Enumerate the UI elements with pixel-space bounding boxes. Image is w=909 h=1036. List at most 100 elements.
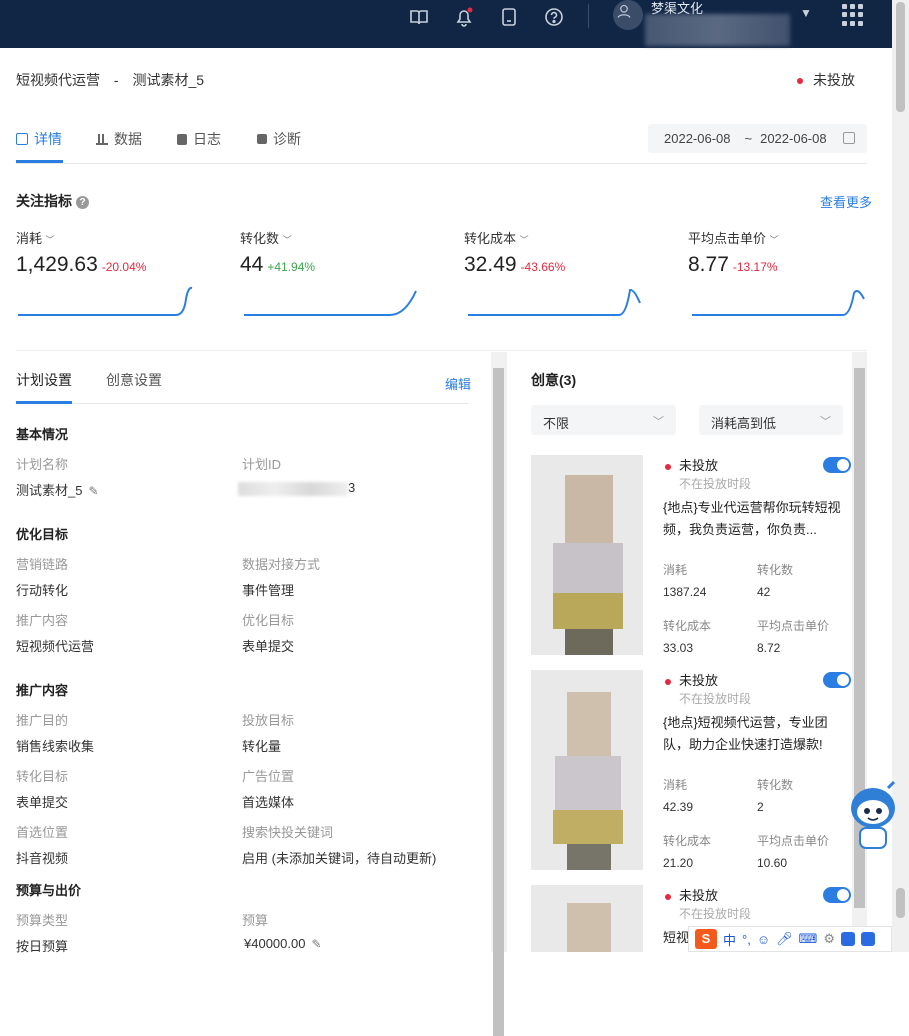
microphone-icon[interactable]: 🎤︎ (776, 931, 793, 947)
chevron-down-icon[interactable]: ▼ (800, 6, 812, 20)
pixelated-figure (567, 903, 611, 952)
field-value: 短视频代运营 (16, 639, 95, 654)
creative-toggle[interactable] (823, 887, 851, 903)
pencil-icon[interactable]: ✎ (88, 484, 98, 498)
emoji-icon[interactable]: ☺ (757, 932, 770, 947)
metric-dropdown[interactable]: 转化数 ﹀ (240, 228, 450, 247)
tools-icon[interactable]: ⚙ (823, 931, 835, 947)
tablet-icon[interactable] (498, 6, 520, 28)
stat-value: 2 (757, 800, 764, 814)
creative-thumbnail[interactable] (531, 670, 643, 870)
scrollbar-thumb[interactable] (896, 2, 905, 112)
tab-plan-settings[interactable]: 计划设置 (16, 370, 72, 390)
metric-dropdown[interactable]: 平均点击单价 ﹀ (688, 228, 898, 247)
diagnose-icon (257, 134, 267, 144)
budget-value: ¥40000.00 ✎ (244, 936, 322, 951)
apps-icon[interactable] (861, 932, 876, 946)
status-text: 未投放 (813, 72, 855, 88)
field-label: 投放目标 (242, 713, 295, 728)
status-dot (665, 893, 671, 900)
ime-language[interactable]: 中 (723, 930, 736, 949)
metric-change: -13.17% (732, 260, 778, 274)
view-more-link[interactable]: 查看更多 (820, 192, 872, 211)
pencil-icon[interactable]: ✎ (311, 937, 321, 951)
chevron-down-icon: ﹀ (820, 416, 831, 428)
metric-label: 平均点击单价 (688, 231, 767, 246)
stat-label: 转化数 (757, 563, 794, 577)
metric-dropdown[interactable]: 转化成本 ﹀ (464, 228, 674, 247)
left-panel-scrollbar[interactable] (491, 352, 507, 1036)
sort-select[interactable]: 消耗高到低 ﹀ (699, 405, 843, 435)
chevron-down-icon: ﹀ (519, 235, 529, 245)
stat-label: 平均点击单价 (757, 834, 830, 848)
ime-punctuation[interactable]: °, (742, 932, 751, 947)
breadcrumb: 短视频代运营 - 测试素材_5 (16, 70, 214, 90)
stat-label: 转化成本 (663, 619, 712, 633)
skin-icon[interactable] (841, 932, 856, 946)
apps-grid-icon[interactable] (842, 4, 864, 26)
field-value: 转化量 (242, 739, 282, 754)
stat-label: 转化数 (757, 778, 794, 792)
user-icon[interactable] (613, 0, 643, 30)
tab-log[interactable]: 日志 (177, 129, 221, 149)
metric-value-row: 44 +41.94% (240, 253, 450, 277)
metric-value: 1,429.63 (16, 253, 98, 276)
stat-label: 转化成本 (663, 834, 712, 848)
field-label: 预算类型 (16, 913, 69, 928)
stat-label: 消耗 (663, 563, 688, 577)
bell-icon[interactable] (453, 6, 475, 28)
field-label: 搜索快投关键词 (242, 825, 334, 840)
breadcrumb-project[interactable]: 短视频代运营 (16, 72, 100, 88)
stat-label: 消耗 (663, 778, 688, 792)
help-icon[interactable] (543, 6, 565, 28)
creative-substatus: 不在投放时段 (679, 692, 752, 706)
status-text: 未投放 (679, 888, 719, 903)
creative-status: 未投放 (665, 885, 718, 904)
calendar-icon (843, 132, 855, 144)
metric-sparkline (244, 290, 417, 316)
ime-toolbar[interactable]: S 中 °, ☺ 🎤︎ ⌨ ⚙ (688, 926, 892, 952)
metrics-title-text: 关注指标 (16, 193, 72, 209)
plan-id-tail: 3 (348, 480, 356, 495)
budget-amount: ¥40000.00 (244, 936, 306, 951)
creative-description: {地点}短视频代运营，专业团队，助力企业快速打造爆款! (663, 715, 828, 752)
sogou-logo-icon[interactable]: S (695, 929, 717, 949)
field-value: 启用 (未添加关键词，待自动更新) (242, 851, 437, 866)
field-label: 数据对接方式 (242, 557, 321, 572)
edit-link[interactable]: 编辑 (445, 374, 471, 393)
plan-id-redacted (238, 481, 348, 496)
help-icon[interactable]: ? (76, 196, 89, 209)
scrollbar-thumb[interactable] (493, 368, 504, 1036)
chevron-down-icon: ﹀ (769, 235, 779, 245)
field-label: 广告位置 (242, 769, 295, 784)
scrollbar-thumb-lower[interactable] (896, 888, 905, 918)
metric-dropdown[interactable]: 消耗 ﹀ (16, 228, 226, 247)
metric-card: 转化数 ﹀ 44 +41.94% (240, 228, 450, 319)
tab-diagnose[interactable]: 诊断 (257, 129, 301, 149)
bar-chart-icon (96, 133, 108, 145)
book-icon[interactable] (408, 6, 430, 28)
date-range-picker[interactable]: 2022-06-08 ~ 2022-06-08 (648, 124, 867, 153)
creative-toggle[interactable] (823, 672, 851, 688)
creative-thumbnail[interactable] (531, 455, 643, 655)
tab-creative-settings[interactable]: 创意设置 (106, 370, 162, 390)
field-value: 事件管理 (242, 583, 295, 598)
metric-sparkline (692, 290, 865, 316)
field-value: 按日预算 (16, 939, 69, 954)
filter-value: 不限 (543, 416, 570, 431)
status-dot (797, 78, 803, 85)
assistant-mascot-icon[interactable] (848, 780, 898, 854)
group-optimize: 优化目标 (16, 527, 69, 542)
creative-substatus: 不在投放时段 (679, 907, 752, 921)
account-id-redacted (645, 14, 790, 46)
tab-detail[interactable]: 详情 (16, 129, 62, 149)
metric-label: 转化成本 (464, 231, 517, 246)
filter-select[interactable]: 不限 ﹀ (531, 405, 676, 435)
tab-data[interactable]: 数据 (96, 129, 142, 149)
creatives-scrollbar[interactable] (852, 352, 867, 952)
creative-toggle[interactable] (823, 457, 851, 473)
status-text: 未投放 (679, 673, 719, 688)
keyboard-icon[interactable]: ⌨ (799, 931, 818, 947)
pixelated-figure (567, 692, 611, 756)
creative-thumbnail[interactable] (531, 885, 643, 952)
